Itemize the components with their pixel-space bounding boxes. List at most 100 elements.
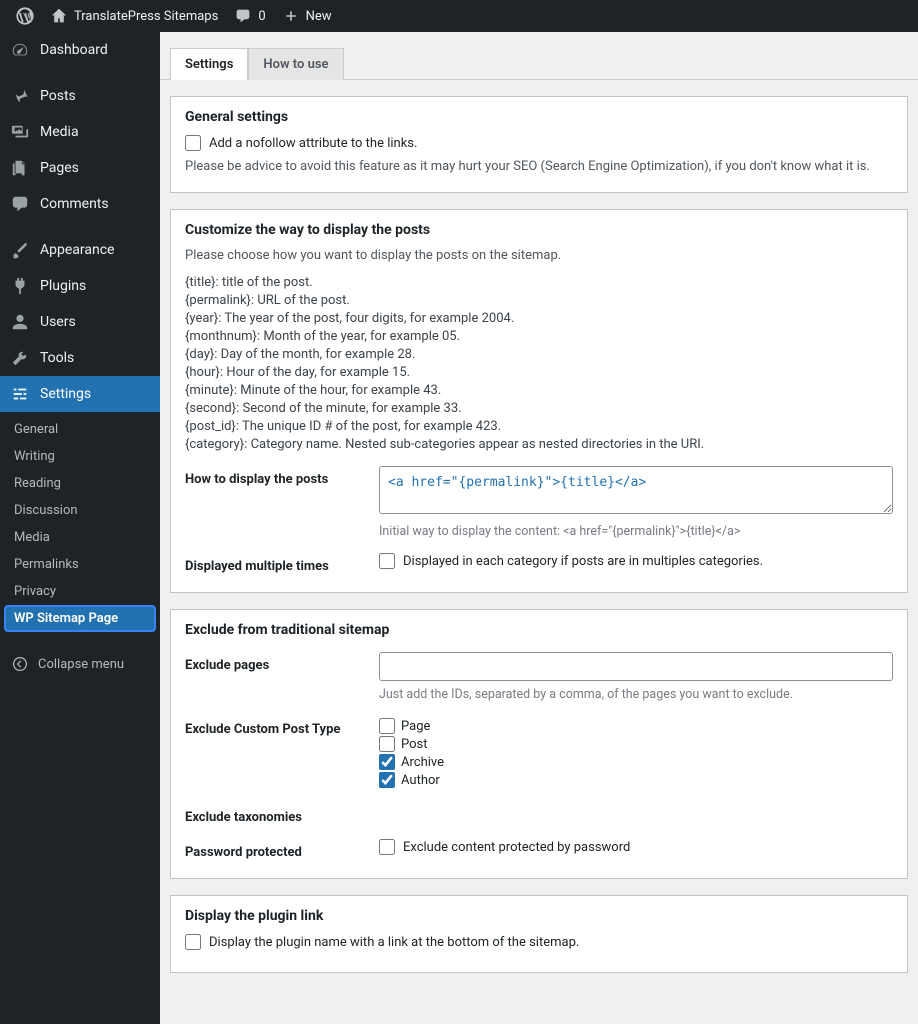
general-settings-heading: General settings [185,109,893,125]
token-item: {monthnum}: Month of the year, for examp… [185,329,893,344]
menu-media[interactable]: Media [0,114,160,150]
exclude-cpt-archive-label: Archive [401,755,444,770]
new-content-link[interactable]: New [274,0,340,32]
submenu-permalinks[interactable]: Permalinks [0,551,160,578]
tab-how-to-use[interactable]: How to use [248,48,343,80]
menu-posts-label: Posts [40,88,76,104]
comments-icon [10,194,30,214]
plug-icon [10,276,30,296]
token-item: {day}: Day of the month, for example 28. [185,347,893,362]
admin-bar: TranslatePress Sitemaps 0 New [0,0,918,32]
password-protected-row: Exclude content protected by password [379,839,630,855]
token-item: {title}: title of the post. [185,275,893,290]
menu-plugins-label: Plugins [40,278,86,294]
exclude-cpt-author-label: Author [401,773,440,788]
displayed-multiple-row: Displayed in each category if posts are … [379,553,763,569]
submenu-privacy[interactable]: Privacy [0,578,160,605]
plugin-link-checkbox[interactable] [185,934,201,950]
menu-comments[interactable]: Comments [0,186,160,222]
site-title: TranslatePress Sitemaps [74,9,218,24]
plugin-link-heading: Display the plugin link [185,908,893,924]
nav-tabs: Settings How to use [160,38,918,80]
comments-link[interactable]: 0 [226,0,273,32]
display-posts-label: How to display the posts [185,466,365,487]
submenu-discussion[interactable]: Discussion [0,497,160,524]
menu-pages-label: Pages [40,160,79,176]
exclude-cpt-post-checkbox[interactable] [379,736,395,752]
submenu-writing[interactable]: Writing [0,443,160,470]
display-posts-textarea[interactable] [379,466,893,514]
pin-icon [10,86,30,106]
token-item: {post_id}: The unique ID # of the post, … [185,419,893,434]
displayed-multiple-text: Displayed in each category if posts are … [403,554,763,569]
menu-posts[interactable]: Posts [0,78,160,114]
exclude-cpt-group: Page Post Archive Author [379,716,893,790]
plugin-link-row: Display the plugin name with a link at t… [185,934,579,950]
admin-menu: Dashboard Posts Media Pages Comments App… [0,32,160,1024]
nofollow-help: Please be advice to avoid this feature a… [185,159,893,174]
menu-settings[interactable]: Settings [0,376,160,412]
menu-settings-label: Settings [40,386,91,402]
site-home-link[interactable]: TranslatePress Sitemaps [42,0,226,32]
brush-icon [10,240,30,260]
password-protected-checkbox[interactable] [379,839,395,855]
home-icon [50,7,68,25]
displayed-multiple-checkbox[interactable] [379,553,395,569]
token-list: {title}: title of the post. {permalink}:… [185,275,893,452]
exclude-card: Exclude from traditional sitemap Exclude… [170,609,908,879]
wordpress-icon [16,7,34,25]
user-icon [10,312,30,332]
exclude-pages-input[interactable] [379,652,893,681]
exclude-cpt-page-checkbox[interactable] [379,718,395,734]
submenu-reading[interactable]: Reading [0,470,160,497]
exclude-tax-label: Exclude taxonomies [185,804,365,825]
token-item: {year}: The year of the post, four digit… [185,311,893,326]
password-protected-label: Password protected [185,839,365,860]
customize-intro: Please choose how you want to display th… [185,248,893,263]
plus-icon [282,7,300,25]
exclude-cpt-author-checkbox[interactable] [379,772,395,788]
new-label: New [306,9,332,24]
menu-pages[interactable]: Pages [0,150,160,186]
content-area: Settings How to use General settings Add… [160,32,918,1024]
menu-tools[interactable]: Tools [0,340,160,376]
exclude-cpt-archive-checkbox[interactable] [379,754,395,770]
menu-dashboard-label: Dashboard [40,42,108,58]
menu-appearance-label: Appearance [40,242,114,258]
menu-users[interactable]: Users [0,304,160,340]
menu-tools-label: Tools [40,350,74,366]
submenu-wp-sitemap-page[interactable]: WP Sitemap Page [4,605,156,632]
comment-icon [234,7,252,25]
token-item: {permalink}: URL of the post. [185,293,893,308]
submenu-media[interactable]: Media [0,524,160,551]
password-protected-text: Exclude content protected by password [403,840,630,855]
customize-heading: Customize the way to display the posts [185,222,893,238]
nofollow-row: Add a nofollow attribute to the links. [185,135,417,151]
token-item: {category}: Category name. Nested sub-ca… [185,437,893,452]
wp-logo[interactable] [8,0,42,32]
collapse-menu[interactable]: Collapse menu [0,646,134,682]
dashboard-icon [10,40,30,60]
menu-appearance[interactable]: Appearance [0,232,160,268]
exclude-pages-label: Exclude pages [185,652,365,673]
tab-settings[interactable]: Settings [170,48,248,80]
exclude-cpt-label: Exclude Custom Post Type [185,716,365,737]
submenu-general[interactable]: General [0,416,160,443]
plugin-link-text: Display the plugin name with a link at t… [209,935,579,950]
media-icon [10,122,30,142]
collapse-icon [10,654,30,674]
exclude-heading: Exclude from traditional sitemap [185,622,893,638]
exclude-cpt-post-label: Post [401,737,428,752]
general-settings-card: General settings Add a nofollow attribut… [170,96,908,193]
pages-icon [10,158,30,178]
menu-users-label: Users [40,314,76,330]
nofollow-label: Add a nofollow attribute to the links. [209,136,417,151]
displayed-multiple-label: Displayed multiple times [185,553,365,574]
menu-plugins[interactable]: Plugins [0,268,160,304]
display-posts-help: Initial way to display the content: <a h… [379,524,893,539]
collapse-label: Collapse menu [38,657,124,672]
nofollow-checkbox[interactable] [185,135,201,151]
token-item: {hour}: Hour of the day, for example 15. [185,365,893,380]
menu-dashboard[interactable]: Dashboard [0,32,160,68]
menu-comments-label: Comments [40,196,109,212]
